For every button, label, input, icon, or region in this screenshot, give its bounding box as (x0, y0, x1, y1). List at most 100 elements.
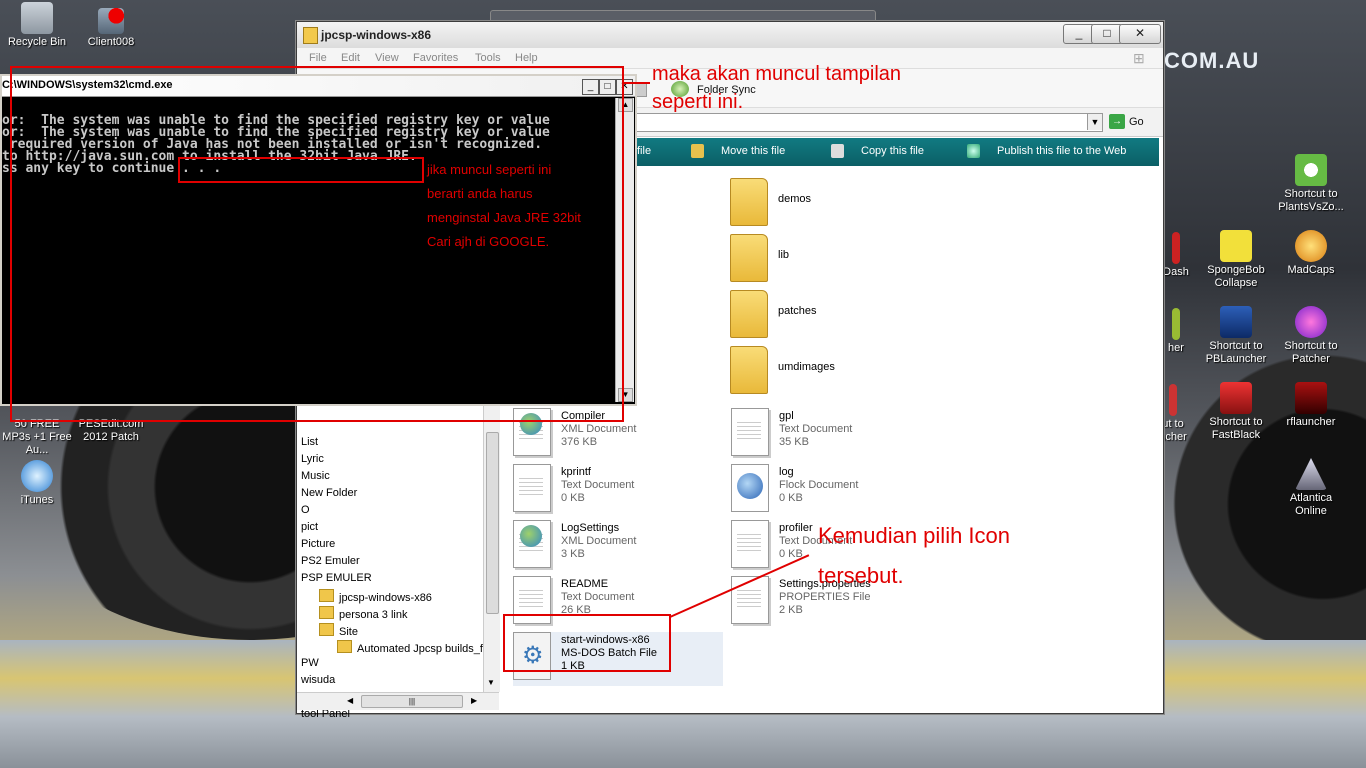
windows-logo-icon: ⊞ (1133, 50, 1145, 66)
tree-item[interactable]: New Folder (301, 487, 357, 499)
tree-item-label: Automated Jpcsp builds_files (357, 643, 500, 655)
task-file-label[interactable]: file (637, 145, 651, 157)
desktop-icon-client008[interactable]: Client008 (74, 8, 148, 49)
tree-item-label: PSP EMULER (301, 572, 372, 584)
desktop-icon-rflauncher[interactable]: rflauncher (1274, 382, 1348, 429)
desktop-icon-fastblack[interactable]: Shortcut to FastBlack (1199, 382, 1273, 442)
spongebob-icon (1220, 230, 1252, 262)
desktop-icon-patcher[interactable]: Shortcut to Patcher (1274, 306, 1348, 366)
tree-item[interactable]: List (301, 436, 318, 448)
globe-icon (967, 144, 980, 158)
tree-item[interactable]: Music (301, 470, 330, 482)
file-tasks-bar: file Move this file Copy this file Publi… (635, 138, 1159, 166)
recycle-bin-icon (21, 2, 53, 34)
tree-item-label: Picture (301, 538, 336, 550)
tree-item-label: New Folder (301, 487, 358, 499)
annotation-middle-text: jika muncul seperti ini berarti anda har… (427, 162, 581, 249)
tree-item[interactable]: PSP EMULER (301, 572, 372, 584)
go-button[interactable]: Go (1129, 116, 1144, 128)
menu-help[interactable]: Help (515, 52, 538, 64)
tree-item-label: PS2 Emuler (301, 555, 360, 567)
annotation-pointer (622, 82, 650, 84)
tree-item-label: persona 3 link (339, 609, 408, 621)
desktop-icon-spongebob[interactable]: SpongeBob Collapse (1199, 230, 1273, 290)
folder-icon (730, 290, 768, 338)
scroll-left-icon[interactable]: ◀ (347, 696, 353, 705)
scrollbar-thumb[interactable]: ||| (361, 695, 463, 708)
tree-item-label: List (301, 436, 319, 448)
tree-horizontal-scrollbar[interactable]: ◀ ||| ▶ (297, 692, 499, 710)
folder-demos[interactable]: demos (730, 178, 940, 232)
wallpaper-text: COM.AU (1164, 48, 1260, 73)
file-kprintf[interactable]: kprintf Text Document 0 KB (513, 464, 723, 518)
tree-item[interactable]: wisuda (301, 674, 335, 686)
tree-item[interactable]: Site (319, 623, 358, 638)
tree-item[interactable]: Lyric (301, 453, 324, 465)
menu-edit[interactable]: Edit (341, 52, 360, 64)
desktop-icon-recycle-bin[interactable]: Recycle Bin (0, 2, 74, 49)
madcaps-icon (1295, 230, 1327, 262)
menu-favorites[interactable]: Favorites (413, 52, 458, 64)
copy-icon (831, 144, 844, 158)
desktop-icon-pblauncher[interactable]: Shortcut to PBLauncher (1199, 306, 1273, 366)
properties-file-icon (731, 576, 769, 624)
file-logsettings[interactable]: LogSettings XML Document 3 KB (513, 520, 723, 574)
tree-item[interactable]: PW (301, 657, 319, 669)
atlantica-icon (1295, 458, 1327, 490)
client-icon (98, 8, 124, 34)
tree-item[interactable]: Picture (301, 538, 335, 550)
scroll-right-icon[interactable]: ▶ (471, 696, 477, 705)
dash-icon (1172, 232, 1180, 264)
folder-icon (337, 640, 352, 653)
rflauncher-icon (1295, 382, 1327, 414)
annotation-top-text: maka akan muncul tampilan seperti ini. (652, 63, 902, 113)
chevron-down-icon[interactable]: ▼ (1087, 114, 1102, 130)
task-publish-file[interactable]: Publish this file to the Web (997, 145, 1126, 157)
folder-icon (319, 623, 334, 636)
file-log[interactable]: log Flock Document 0 KB (731, 464, 941, 518)
xml-document-icon (513, 520, 551, 568)
itunes-icon (21, 460, 53, 492)
desktop-icon-atlantica[interactable]: Atlantica Online (1274, 458, 1348, 518)
task-copy-file[interactable]: Copy this file (861, 145, 924, 157)
tree-item[interactable]: pict (301, 521, 318, 533)
folder-patches[interactable]: patches (730, 290, 940, 344)
tree-item[interactable]: O (301, 504, 310, 516)
tree-item-label: Lyric (301, 453, 324, 465)
scroll-down-icon[interactable]: ▼ (487, 678, 495, 687)
folder-icon (303, 27, 318, 44)
task-move-file[interactable]: Move this file (721, 145, 785, 157)
folder-lib[interactable]: lib (730, 234, 940, 288)
menu-file[interactable]: File (309, 52, 327, 64)
menu-view[interactable]: View (375, 52, 399, 64)
explorer-title-bar[interactable]: jpcsp-windows-x86 _ □ ✕ (297, 22, 1163, 48)
tree-item[interactable]: jpcsp-windows-x86 (319, 589, 432, 604)
text-document-icon (731, 520, 769, 568)
desktop-icon-itunes[interactable]: iTunes (0, 460, 74, 507)
desktop-icon-plants[interactable]: Shortcut to PlantsVsZo... (1274, 154, 1348, 214)
fastblack-icon (1220, 382, 1252, 414)
patcher-icon (1295, 306, 1327, 338)
scrollbar-thumb[interactable] (486, 432, 499, 614)
tree-item-label: Site (339, 626, 358, 638)
tree-item[interactable]: PS2 Emuler (301, 555, 360, 567)
text-document-icon (731, 408, 769, 456)
folder-umdimages[interactable]: umdimages (730, 346, 940, 400)
close-button[interactable]: ✕ (1119, 24, 1161, 44)
text-document-icon (513, 464, 551, 512)
tree-item[interactable]: persona 3 link (319, 606, 408, 621)
tree-item-label: O (301, 504, 310, 516)
tree-item-label: wisuda (301, 674, 336, 686)
tree-item[interactable]: Automated Jpcsp builds_files (337, 640, 499, 655)
file-gpl[interactable]: gpl Text Document 35 KB (731, 408, 941, 462)
folder-icon (319, 606, 334, 619)
flock-document-icon (731, 464, 769, 512)
go-arrow-icon[interactable]: → (1109, 114, 1125, 129)
menu-tools[interactable]: Tools (475, 52, 501, 64)
desktop-icon-madcaps[interactable]: MadCaps (1274, 230, 1348, 277)
tree-item-label: Music (301, 470, 330, 482)
tree-vertical-scrollbar[interactable]: ▼ (483, 402, 500, 692)
tree-item-label: pict (301, 521, 319, 533)
partial-icon (1169, 384, 1177, 416)
folder-icon (730, 178, 768, 226)
